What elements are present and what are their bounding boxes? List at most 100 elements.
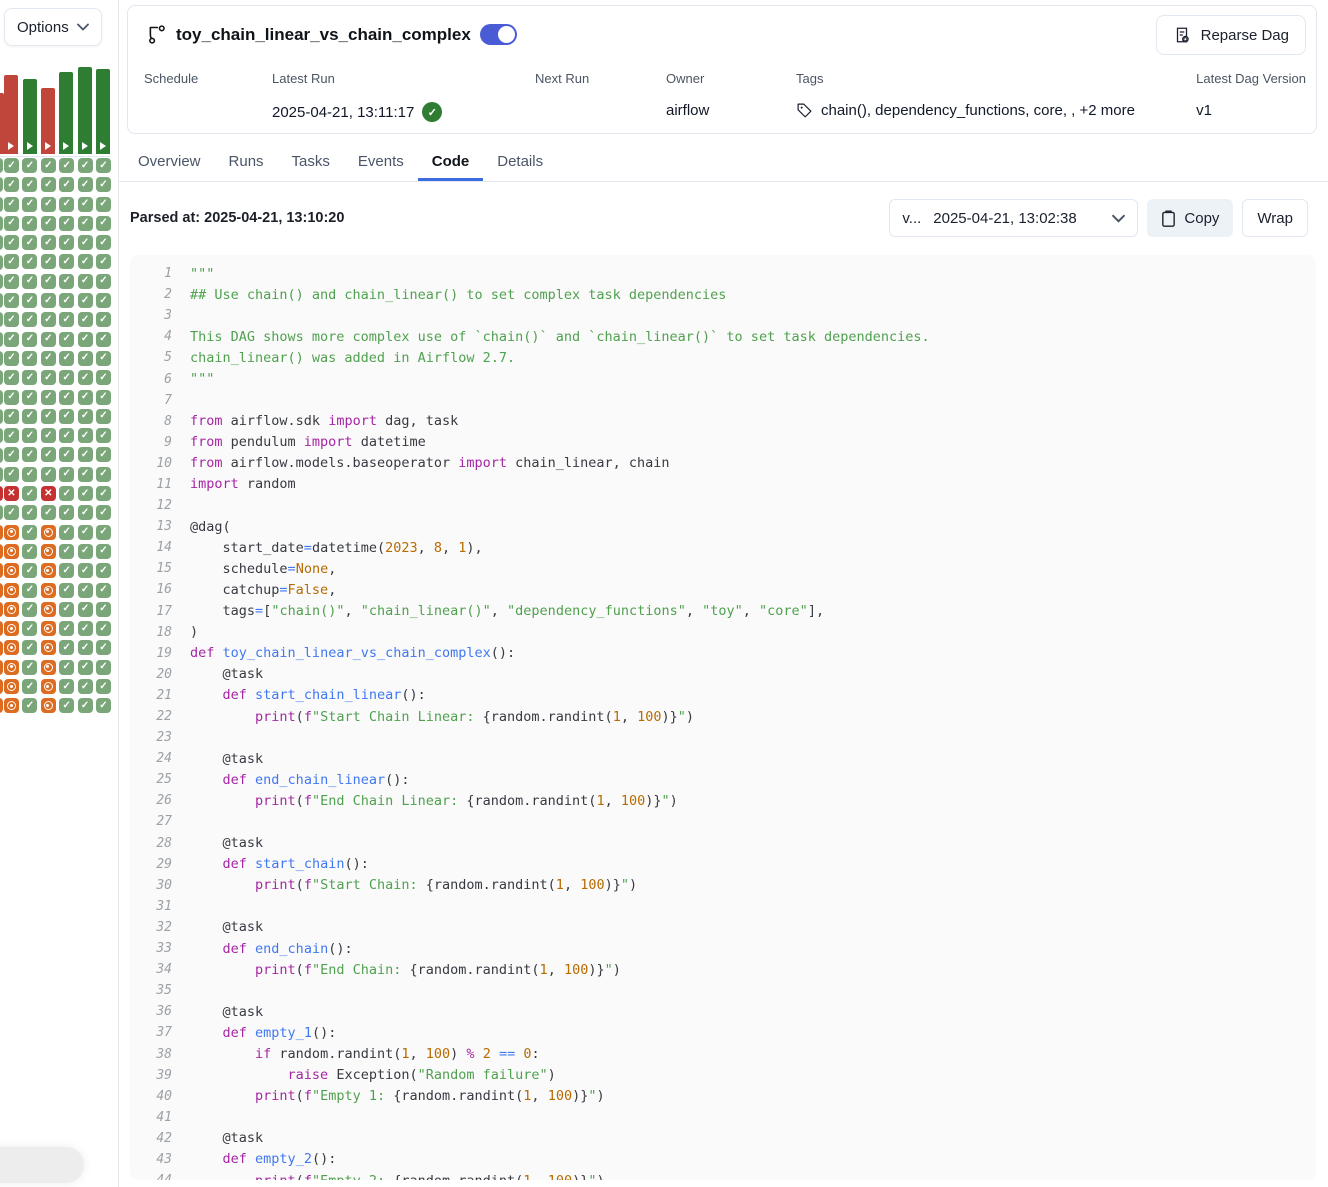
- task-instance-success[interactable]: ✓: [59, 370, 74, 385]
- task-instance-retry[interactable]: [0, 563, 3, 578]
- task-instance-success[interactable]: ✓: [22, 216, 37, 231]
- task-instance-success[interactable]: ✓: [78, 563, 93, 578]
- task-instance-success[interactable]: ✓: [59, 312, 74, 327]
- task-instance-failed[interactable]: ✕: [4, 486, 19, 501]
- task-instance-success[interactable]: ✓: [96, 428, 111, 443]
- task-instance-success[interactable]: ✓: [96, 544, 111, 559]
- task-instance-success[interactable]: ✓: [41, 235, 56, 250]
- task-instance-success[interactable]: ✓: [22, 293, 37, 308]
- task-instance-success[interactable]: ✓: [59, 486, 74, 501]
- task-instance-success[interactable]: ✓: [0, 255, 3, 270]
- task-instance-success[interactable]: ✓: [78, 177, 93, 192]
- task-instance-success[interactable]: ✓: [78, 621, 93, 636]
- task-instance-success[interactable]: ✓: [59, 602, 74, 617]
- task-instance-success[interactable]: ✓: [96, 274, 111, 289]
- task-instance-retry[interactable]: [41, 583, 56, 598]
- task-instance-retry[interactable]: [4, 640, 19, 655]
- task-instance-success[interactable]: ✓: [96, 563, 111, 578]
- tab-events[interactable]: Events: [344, 145, 418, 181]
- task-instance-success[interactable]: ✓: [0, 158, 3, 173]
- task-instance-success[interactable]: ✓: [78, 370, 93, 385]
- dag-run-bar-failed[interactable]: [41, 88, 55, 154]
- task-instance-success[interactable]: ✓: [0, 216, 3, 231]
- copy-button[interactable]: Copy: [1147, 199, 1233, 237]
- task-instance-retry[interactable]: [41, 525, 56, 540]
- tab-code[interactable]: Code: [418, 145, 484, 181]
- task-instance-success[interactable]: ✓: [96, 351, 111, 366]
- task-instance-success[interactable]: ✓: [22, 563, 37, 578]
- task-instance-success[interactable]: ✓: [22, 177, 37, 192]
- task-instance-success[interactable]: ✓: [0, 370, 3, 385]
- task-instance-success[interactable]: ✓: [96, 640, 111, 655]
- task-instance-success[interactable]: ✓: [59, 621, 74, 636]
- task-instance-success[interactable]: ✓: [96, 390, 111, 405]
- task-instance-success[interactable]: ✓: [59, 640, 74, 655]
- dag-version-select[interactable]: v... 2025-04-21, 13:02:38: [889, 199, 1138, 237]
- task-instance-success[interactable]: ✓: [22, 312, 37, 327]
- dag-pause-toggle[interactable]: [480, 24, 517, 45]
- task-instance-success[interactable]: ✓: [0, 505, 3, 520]
- task-instance-success[interactable]: ✓: [78, 486, 93, 501]
- task-instance-retry[interactable]: [0, 602, 3, 617]
- task-instance-success[interactable]: ✓: [4, 332, 19, 347]
- task-instance-success[interactable]: ✓: [78, 640, 93, 655]
- task-instance-success[interactable]: ✓: [22, 505, 37, 520]
- task-instance-success[interactable]: ✓: [0, 197, 3, 212]
- task-instance-success[interactable]: ✓: [78, 660, 93, 675]
- task-instance-success[interactable]: ✓: [59, 216, 74, 231]
- task-instance-success[interactable]: ✓: [0, 428, 3, 443]
- task-instance-success[interactable]: ✓: [4, 197, 19, 212]
- task-instance-success[interactable]: ✓: [0, 332, 3, 347]
- task-instance-success[interactable]: ✓: [96, 409, 111, 424]
- task-instance-success[interactable]: ✓: [59, 409, 74, 424]
- task-instance-success[interactable]: ✓: [59, 235, 74, 250]
- task-instance-success[interactable]: ✓: [78, 293, 93, 308]
- task-instance-retry[interactable]: [41, 698, 56, 713]
- task-instance-success[interactable]: ✓: [78, 428, 93, 443]
- task-instance-success[interactable]: ✓: [96, 370, 111, 385]
- task-instance-retry[interactable]: [4, 621, 19, 636]
- task-instance-retry[interactable]: [4, 660, 19, 675]
- task-instance-success[interactable]: ✓: [78, 679, 93, 694]
- task-instance-success[interactable]: ✓: [96, 158, 111, 173]
- dag-code-viewer[interactable]: 1"""2## Use chain() and chain_linear() t…: [130, 255, 1316, 1180]
- task-instance-success[interactable]: ✓: [96, 467, 111, 482]
- task-instance-success[interactable]: ✓: [41, 177, 56, 192]
- task-instance-success[interactable]: ✓: [4, 254, 19, 269]
- task-instance-success[interactable]: ✓: [4, 351, 19, 366]
- task-instance-success[interactable]: ✓: [78, 409, 93, 424]
- task-instance-success[interactable]: ✓: [59, 544, 74, 559]
- task-instance-success[interactable]: ✓: [96, 486, 111, 501]
- task-instance-retry[interactable]: [4, 679, 19, 694]
- task-instance-success[interactable]: ✓: [41, 274, 56, 289]
- task-instance-success[interactable]: ✓: [41, 216, 56, 231]
- task-instance-success[interactable]: ✓: [59, 293, 74, 308]
- task-instance-success[interactable]: ✓: [0, 467, 3, 482]
- dag-run-bar-success[interactable]: [23, 79, 37, 154]
- task-instance-success[interactable]: ✓: [0, 351, 3, 366]
- task-instance-success[interactable]: ✓: [0, 293, 3, 308]
- task-instance-success[interactable]: ✓: [96, 332, 111, 347]
- task-instance-retry[interactable]: [0, 660, 3, 675]
- task-instance-success[interactable]: ✓: [59, 274, 74, 289]
- task-instance-success[interactable]: ✓: [0, 177, 3, 192]
- task-instance-failed[interactable]: ✕: [0, 486, 3, 501]
- task-instance-success[interactable]: ✓: [78, 197, 93, 212]
- task-instance-success[interactable]: ✓: [41, 409, 56, 424]
- task-instance-success[interactable]: ✓: [59, 332, 74, 347]
- task-instance-success[interactable]: ✓: [41, 197, 56, 212]
- task-instance-success[interactable]: ✓: [78, 216, 93, 231]
- task-instance-success[interactable]: ✓: [0, 274, 3, 289]
- task-instance-success[interactable]: ✓: [22, 621, 37, 636]
- task-instance-success[interactable]: ✓: [78, 274, 93, 289]
- task-instance-success[interactable]: ✓: [78, 312, 93, 327]
- task-instance-success[interactable]: ✓: [4, 505, 19, 520]
- task-instance-success[interactable]: ✓: [22, 447, 37, 462]
- task-instance-success[interactable]: ✓: [22, 698, 37, 713]
- task-instance-success[interactable]: ✓: [4, 390, 19, 405]
- task-instance-retry[interactable]: [41, 660, 56, 675]
- task-instance-success[interactable]: ✓: [22, 390, 37, 405]
- task-instance-success[interactable]: ✓: [22, 274, 37, 289]
- task-instance-success[interactable]: ✓: [96, 602, 111, 617]
- task-instance-success[interactable]: ✓: [41, 390, 56, 405]
